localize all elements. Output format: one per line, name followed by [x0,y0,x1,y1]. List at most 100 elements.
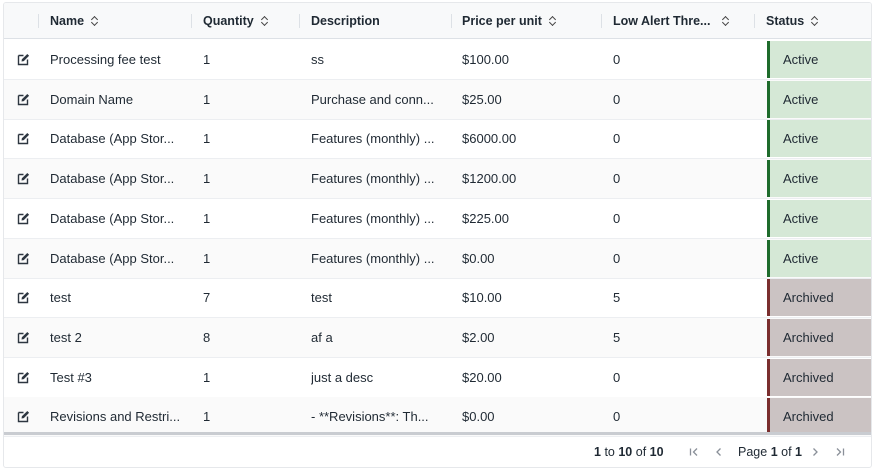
cell-name: Test #3 [50,369,92,385]
cell-description: Features (monthly) ... [311,250,435,266]
column-header-label: Description [311,14,380,28]
table-row[interactable]: test 7 test $10.00 5 Archived [4,278,871,319]
column-header-low-alert[interactable]: Low Alert Thre... [613,3,730,39]
edit-icon[interactable] [15,397,31,436]
status-badge: Active [767,80,871,118]
column-header-name[interactable]: Name [50,3,99,39]
cell-quantity: 1 [203,250,211,266]
edit-icon[interactable] [15,318,31,357]
cell-name: test 2 [50,329,82,345]
column-header-label: Price per unit [462,14,542,28]
status-badge: Active [767,41,871,78]
cell-description: af a [311,329,333,345]
cell-name: Database (App Stor... [50,210,175,226]
cell-name: Database (App Stor... [50,171,175,187]
column-header-label: Name [50,14,85,28]
edit-icon[interactable] [15,278,31,317]
table-row[interactable]: Database (App Stor... 1 Features (monthly)… [4,119,871,160]
sort-icon[interactable] [722,15,730,27]
cell-price: $20.00 [462,369,502,385]
edit-icon[interactable] [15,40,31,79]
cell-price: $100.00 [462,52,509,67]
edit-icon[interactable] [15,80,31,119]
edit-icon[interactable] [15,239,31,278]
pagination-bar: 1 to 10 of 10 Page 1 of 1 [4,435,871,467]
cell-low-alert: 0 [613,52,621,67]
cell-price: $25.00 [462,91,502,107]
cell-price: $1200.00 [462,171,517,187]
table-row[interactable]: Database (App Stor... 1 Features (monthly)… [4,238,871,279]
next-page-icon[interactable] [807,435,823,467]
column-header-status[interactable]: Status [766,3,819,39]
cell-low-alert: 0 [613,131,621,147]
column-separator[interactable] [299,14,300,28]
previous-page-icon[interactable] [711,435,727,467]
cell-description: Purchase and conn... [311,91,434,107]
sort-icon[interactable] [261,15,269,27]
status-badge: Archived [767,318,871,356]
grid-header: Name Quantity Description Price per unit… [4,3,871,39]
status-badge: Active [767,239,871,277]
cell-description: - **Revisions**: Th... [311,409,429,425]
cell-quantity: 7 [203,290,211,306]
edit-icon[interactable] [15,159,31,198]
column-header-price[interactable]: Price per unit [462,3,557,39]
last-page-icon[interactable] [832,435,848,467]
table-row[interactable]: Test #3 1 just a desc $20.00 0 Archived [4,358,871,398]
edit-icon[interactable] [15,199,31,238]
status-badge: Active [767,160,871,198]
edit-icon[interactable] [15,358,31,397]
first-page-icon[interactable] [686,435,702,467]
cell-name: Database (App Stor... [50,250,175,266]
column-header-label: Quantity [203,14,254,28]
column-separator[interactable] [601,14,602,28]
table-row[interactable]: Domain Name 1 Purchase and conn... $25.00 0 A… [4,79,871,120]
cell-description: Features (monthly) ... [311,210,435,226]
cell-quantity: 8 [203,329,211,345]
cell-price: $0.00 [462,409,495,425]
cell-price: $225.00 [462,210,509,226]
table-row[interactable]: Database (App Stor... 1 Features (monthly)… [4,199,871,239]
status-badge: Archived [767,398,871,436]
column-separator[interactable] [191,14,192,28]
cell-quantity: 1 [203,369,211,385]
status-badge: Active [767,199,871,237]
cell-quantity: 1 [203,52,211,67]
cell-low-alert: 0 [613,409,621,425]
cell-quantity: 1 [203,210,211,226]
sort-icon[interactable] [811,15,819,27]
cell-price: $10.00 [462,290,502,306]
column-separator[interactable] [451,14,452,28]
column-header-label: Status [766,14,805,28]
edit-icon[interactable] [15,119,31,158]
sort-icon[interactable] [91,15,99,27]
status-badge: Archived [767,279,871,317]
column-separator[interactable] [754,14,755,28]
cell-description: test [311,290,332,306]
cell-description: just a desc [311,369,374,385]
column-header-label: Low Alert Thre... [613,14,711,28]
cell-low-alert: 0 [613,91,621,107]
cell-quantity: 1 [203,171,211,187]
cell-low-alert: 0 [613,250,621,266]
cell-price: $6000.00 [462,131,517,147]
cell-price: $0.00 [462,250,495,266]
column-header-description[interactable]: Description [311,3,380,39]
status-badge: Active [767,120,871,158]
column-header-quantity[interactable]: Quantity [203,3,269,39]
row-range: 1 to 10 of 10 [594,445,664,459]
table-row[interactable]: test 2 8 af a $2.00 5 Archived [4,317,871,358]
cell-description: Features (monthly) ... [311,131,435,147]
sort-icon[interactable] [549,15,557,27]
cell-low-alert: 0 [613,369,621,385]
cell-low-alert: 0 [613,171,621,187]
table-row[interactable]: Database (App Stor... 1 Features (monthly)… [4,159,871,200]
cell-name: Revisions and Restri... [50,409,181,425]
cell-name: test [50,290,71,306]
table-row[interactable]: Processing fee test 1 ss $100.00 0 Active [4,40,871,80]
cell-name: Domain Name [50,91,134,107]
cell-price: $2.00 [462,329,495,345]
column-separator[interactable] [38,14,39,28]
cell-low-alert: 5 [613,329,621,345]
cell-low-alert: 0 [613,210,621,226]
